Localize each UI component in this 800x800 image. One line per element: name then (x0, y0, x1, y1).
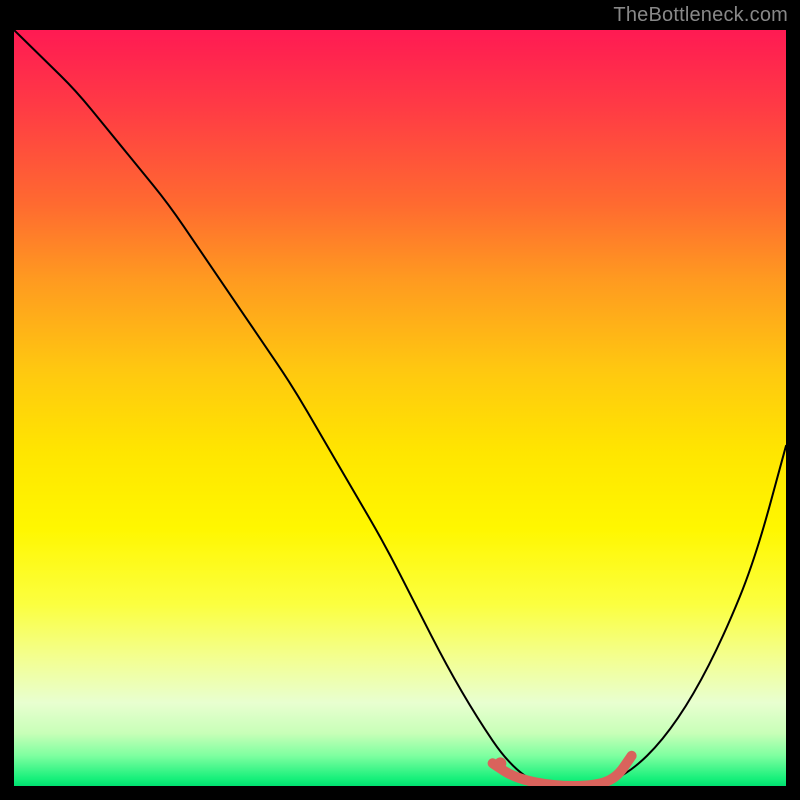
watermark-label: TheBottleneck.com (613, 4, 788, 27)
highlight-region (493, 756, 632, 786)
curve-svg (14, 30, 786, 786)
accent-dot (494, 757, 506, 769)
chart-frame: TheBottleneck.com (0, 0, 800, 800)
bottleneck-curve (14, 30, 786, 786)
plot-area (14, 30, 786, 786)
